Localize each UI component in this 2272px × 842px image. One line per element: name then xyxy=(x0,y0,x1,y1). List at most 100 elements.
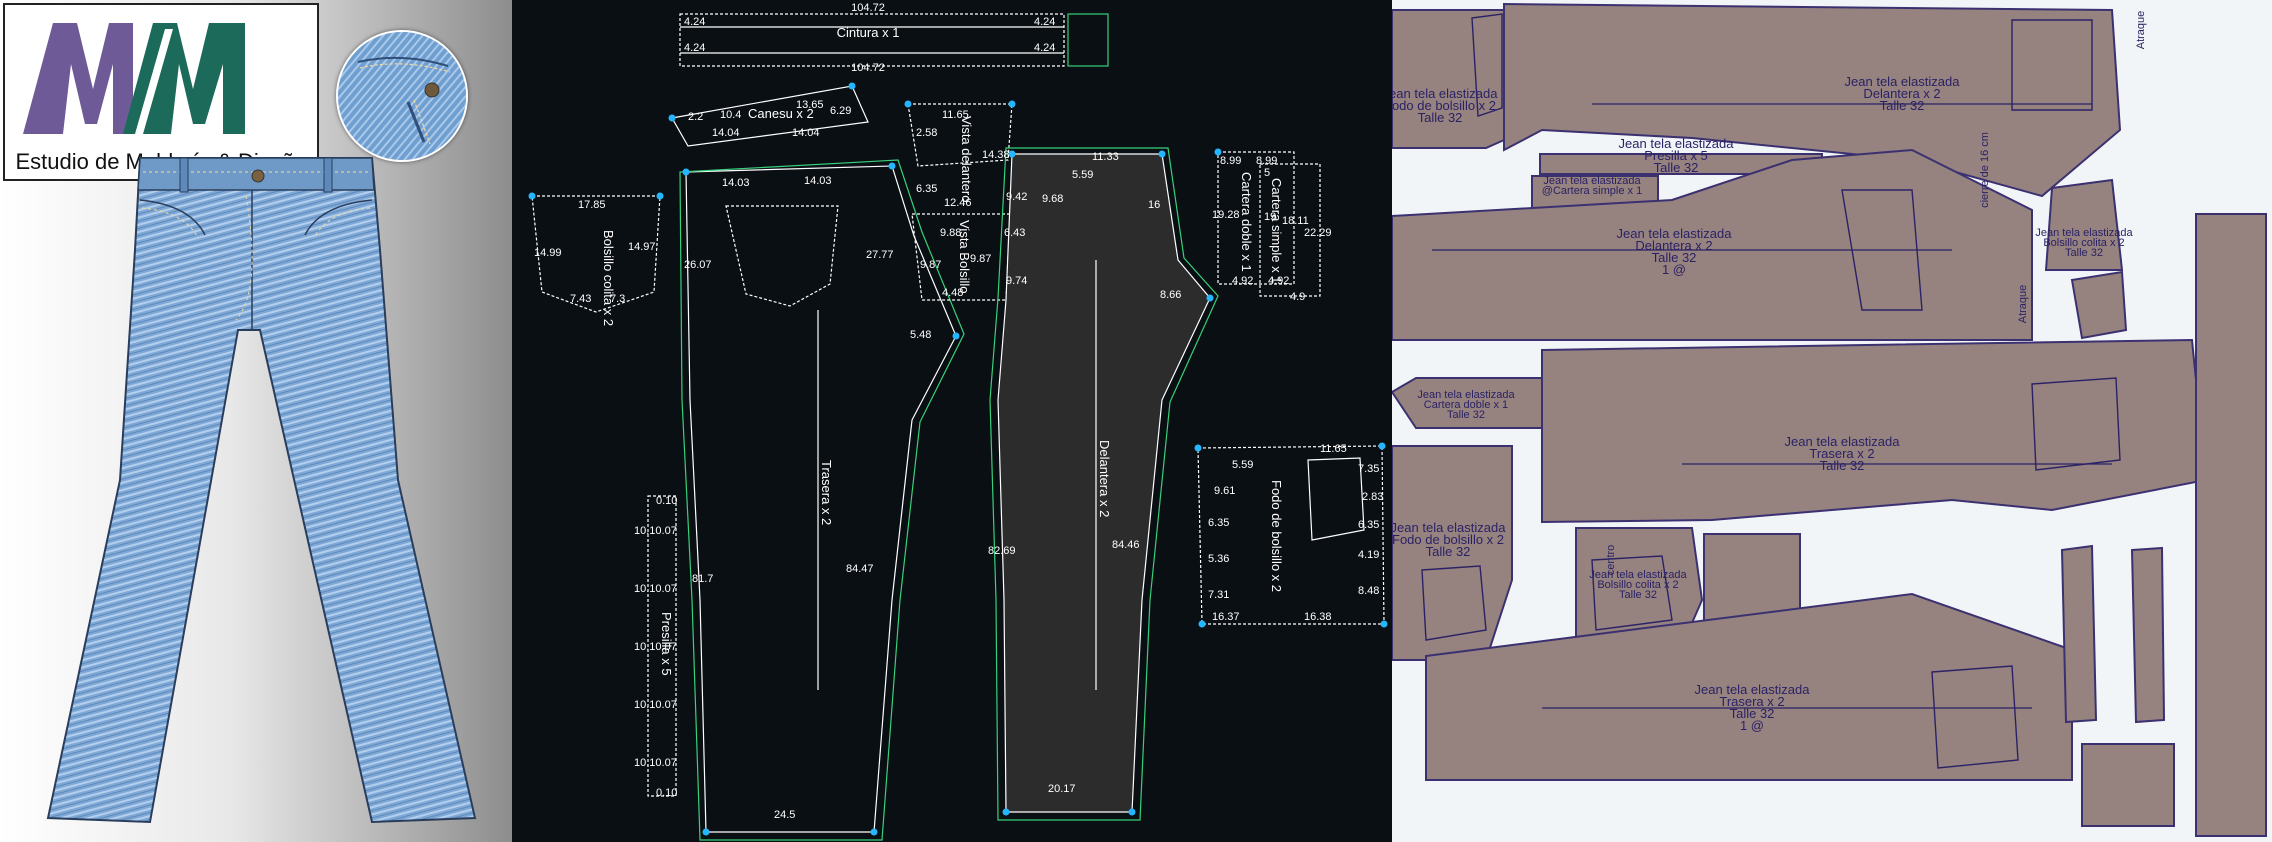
marker-piece[interactable] xyxy=(1392,9,1505,149)
belt-loop-measure: 10.10.07 xyxy=(634,583,677,595)
front-measure: 84.46 xyxy=(1112,539,1140,551)
fly-measure: 9.87 xyxy=(920,259,941,271)
waistband-right-measure: 4.24 xyxy=(1034,16,1055,28)
fly-single-label: Cartera simple x 1 xyxy=(1269,178,1284,283)
fly-double-label: Cartera doble x 1 xyxy=(1239,172,1254,272)
waistband-label: Cintura x 1 xyxy=(837,25,900,40)
marker-piece-label: Talle 32 xyxy=(1619,589,1657,601)
jeans-flat-sketch-icon xyxy=(46,157,477,824)
pocket-bag-measure: 9.61 xyxy=(1214,485,1235,497)
yoke-measure: 2.2 xyxy=(688,111,703,123)
marker-piece[interactable] xyxy=(1541,338,2208,524)
pocket-bag-measure: 5.59 xyxy=(1232,459,1253,471)
fly-single-measure: 22.29 xyxy=(1304,227,1332,239)
pocket-bag-measure: 6.35 xyxy=(1208,517,1229,529)
back-measure: 14.03 xyxy=(804,175,832,187)
marker-piece[interactable] xyxy=(2081,743,2175,827)
pocket-bag-measure: 16.37 xyxy=(1212,611,1240,623)
waistband-right-measure: 4.24 xyxy=(1034,42,1055,54)
front-measure: 5.59 xyxy=(1072,169,1093,181)
belt-loop-measure: 0.10 xyxy=(656,787,677,799)
front-measure: 9.74 xyxy=(1006,275,1027,287)
fly-label: Vista Bolsillo xyxy=(957,220,972,293)
pocket-bag-measure: 6.35 xyxy=(1358,519,1379,531)
yoke-measure: 10.4 xyxy=(720,109,741,121)
back-measure: 27.77 xyxy=(866,249,894,261)
marker-piece-label: @Cartera simple x 1 xyxy=(1542,185,1642,197)
pocket-bag-measure: 16.38 xyxy=(1304,611,1332,623)
pocket-bag-measure: 2.83 xyxy=(1362,491,1383,503)
waistband-left-measure: 4.24 xyxy=(684,42,705,54)
marker-note: centro xyxy=(1605,545,1617,576)
back-measure: 14.03 xyxy=(722,177,750,189)
back-measure: 5.48 xyxy=(910,329,931,341)
pocket-bag-measure: 8.48 xyxy=(1358,585,1379,597)
front-measure: 82.69 xyxy=(988,545,1016,557)
marker-piece-label: Talle 32 xyxy=(1426,544,1471,559)
marker-piece[interactable] xyxy=(2130,546,2166,724)
fly-measure: 9.87 xyxy=(970,253,991,265)
fly-measure: 6.35 xyxy=(916,183,937,195)
front-measure: 16 xyxy=(1148,199,1160,211)
pocket-bag-measure: 4.19 xyxy=(1358,549,1379,561)
marker-piece-label: Talle 32 xyxy=(1820,458,1865,473)
brand-panel: Estudio de Moldería & Diseño xyxy=(0,0,512,842)
back-leg-label: Trasera x 2 xyxy=(819,460,834,525)
front-leg-label: Delantera x 2 xyxy=(1097,440,1112,517)
pocket-bag-measure: 7.31 xyxy=(1208,589,1229,601)
pocket-measure: 14.97 xyxy=(628,241,656,253)
pattern-cad-view[interactable]: 104.72 Cintura x 1 104.72 4.24 4.24 4.24… xyxy=(512,0,1392,842)
marker-piece-label: Talle 32 xyxy=(2065,247,2103,259)
pattern-canvas[interactable]: 104.72 Cintura x 1 104.72 4.24 4.24 4.24… xyxy=(512,0,1392,842)
marker-note: Atraque xyxy=(2017,285,2029,324)
marker-piece-label: Talle 32 xyxy=(1418,110,1463,125)
back-pocket-label: Bolsillo colita x 2 xyxy=(601,230,616,326)
yoke-measure: 6.29 xyxy=(830,105,851,117)
front-measure: 20.17 xyxy=(1048,783,1076,795)
fly-measure: 2.58 xyxy=(916,127,937,139)
pocket-measure: 7.43 xyxy=(570,293,591,305)
waistband-top-measure: 104.72 xyxy=(851,2,885,14)
back-measure: 24.5 xyxy=(774,809,795,821)
yoke-measure: 14.04 xyxy=(712,127,740,139)
waistband-piece[interactable] xyxy=(679,13,1065,67)
pocket-measure: 17.85 xyxy=(578,199,606,211)
yoke-measure: 14.04 xyxy=(792,127,820,139)
back-measure: 26.07 xyxy=(684,259,712,271)
fly-double-measure: 4.92 xyxy=(1232,275,1253,287)
back-measure: 81.7 xyxy=(692,573,713,585)
front-measure: 11.33 xyxy=(1092,151,1119,163)
marker-piece[interactable] xyxy=(2070,270,2128,340)
marker-piece-label: 1 @ xyxy=(1662,262,1686,277)
front-measure: 9.68 xyxy=(1042,193,1063,205)
front-measure: 6.43 xyxy=(1004,227,1025,239)
marker-piece-label: Talle 32 xyxy=(1447,409,1485,421)
marker-canvas[interactable]: Jean tela elastizada Fodo de bolsillo x … xyxy=(1392,0,2272,842)
front-measure: 8.66 xyxy=(1160,289,1181,301)
pocket-bag-measure: 7.35 xyxy=(1358,463,1379,475)
pocket-bag-measure: 11.65 xyxy=(1320,443,1347,455)
back-measure: 84.47 xyxy=(846,563,874,575)
pocket-bag-label: Fodo de bolsillo x 2 xyxy=(1269,480,1284,592)
belt-loop-measure: 10.10.07 xyxy=(634,525,677,537)
marker-piece-label: 1 @ xyxy=(1740,718,1764,733)
fly-single-measure: 4.9 xyxy=(1290,291,1305,303)
marker-note: cierre de 16 cm xyxy=(1979,132,1991,208)
belt-loop-measure: 0.10 xyxy=(656,495,677,507)
belt-loop-measure: 10.10.07 xyxy=(634,757,677,769)
pocket-bag-measure: 5.36 xyxy=(1208,553,1229,565)
waistband-bottom-measure: 104.72 xyxy=(851,62,885,74)
waistband-left-measure: 4.24 xyxy=(684,16,705,28)
fly-double-measure: 19.28 xyxy=(1212,209,1240,221)
marker-piece-label: Talle 32 xyxy=(1880,98,1925,113)
marker-piece-label: Talle 32 xyxy=(1654,160,1699,175)
fly-measure: 14.38 xyxy=(982,149,1010,161)
cutting-marker-view[interactable]: Jean tela elastizada Fodo de bolsillo x … xyxy=(1392,0,2272,842)
fly-single-measure: 18.11 xyxy=(1282,215,1309,227)
fly-double-measure: 8.99 xyxy=(1220,155,1241,167)
yoke-measure: 13.65 xyxy=(796,99,824,111)
belt-loop-label: Presilla x 5 xyxy=(659,612,674,676)
marker-piece[interactable] xyxy=(2060,544,2098,724)
fly-label: Vista delantero xyxy=(959,116,974,203)
marker-piece[interactable] xyxy=(2195,213,2267,837)
